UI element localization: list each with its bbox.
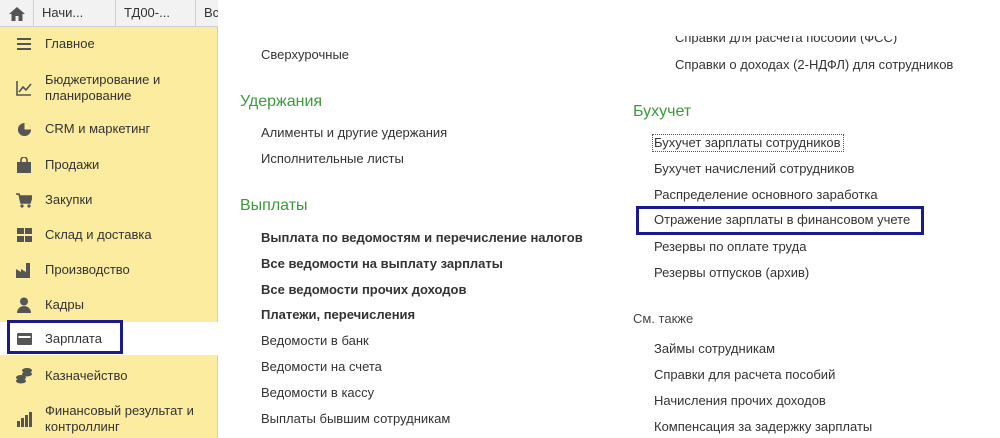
link-labor-reserves[interactable]: Резервы по оплате труда — [654, 239, 806, 254]
home-tab[interactable] — [0, 0, 34, 26]
cart-icon — [16, 192, 32, 208]
sidebar-item-treasury[interactable]: Казначейство — [0, 367, 218, 385]
link-cash-statements[interactable]: Ведомости в кассу — [261, 385, 374, 400]
sidebar-item-label: Главное — [45, 36, 95, 51]
link-writs[interactable]: Исполнительные листы — [261, 151, 404, 166]
link-former-employees[interactable]: Выплаты бывшим сотрудникам — [261, 411, 450, 426]
sidebar-item-warehouse[interactable]: Склад и доставка — [0, 226, 218, 244]
grid-icon — [16, 227, 32, 243]
sidebar-item-label: Финансовый результат и контроллинг — [45, 403, 194, 434]
home-icon — [8, 6, 25, 21]
sidebar-item-label: Производство — [45, 262, 130, 277]
person-icon — [16, 297, 32, 313]
link-overtime[interactable]: Сверхурочные — [261, 47, 349, 62]
salary-reflection-highlight-frame — [636, 206, 924, 235]
link-2ndfl[interactable]: Справки о доходах (2-НДФЛ) для сотрудник… — [675, 57, 953, 72]
link-all-other-income[interactable]: Все ведомости прочих доходов — [261, 282, 466, 297]
tab-start[interactable]: Начи... — [34, 0, 116, 26]
link-bank-statements[interactable]: Ведомости в банк — [261, 333, 369, 348]
sidebar-item-label: Бюджетирование и планирование — [45, 72, 161, 103]
sidebar-item-label: Кадры — [45, 297, 84, 312]
tab-document[interactable]: ТД00-... — [116, 0, 196, 26]
bag-icon — [16, 157, 32, 173]
sidebar-item-label: Продажи — [45, 157, 100, 172]
link-account-statements[interactable]: Ведомости на счета — [261, 359, 382, 374]
tab-bar: Начи... ТД00-... Вс — [0, 0, 218, 27]
menu-lines-icon — [16, 36, 32, 52]
pie-icon — [16, 121, 32, 137]
link-benefit-certificates-cut[interactable]: Справки для расчета пособий (ФСС) — [675, 36, 935, 44]
link-pay-statements[interactable]: Выплата по ведомостям и перечисление нал… — [261, 230, 583, 245]
salary-highlight-frame — [7, 320, 123, 354]
sidebar-item-label: Склад и доставка — [45, 227, 152, 242]
sidebar-item-hr[interactable]: Кадры — [0, 296, 218, 314]
tab-all[interactable]: Вс — [196, 0, 218, 26]
sidebar-item-label: Закупки — [45, 192, 93, 207]
sidebar: Главное Бюджетирование и планирование CR… — [0, 27, 218, 438]
link-benefit-certificates[interactable]: Справки для расчета пособий — [654, 367, 835, 382]
sidebar-item-production[interactable]: Производство — [0, 261, 218, 279]
sidebar-item-financial-result[interactable]: Финансовый результат и контроллинг — [0, 401, 218, 437]
section-title-accounting: Бухучет — [633, 103, 692, 120]
link-alimony[interactable]: Алименты и другие удержания — [261, 125, 447, 140]
sidebar-item-crm[interactable]: CRM и маркетинг — [0, 120, 218, 138]
link-payroll-accounting[interactable]: Бухучет зарплаты сотрудников — [654, 135, 840, 150]
coins-icon — [16, 368, 32, 384]
sidebar-item-sales[interactable]: Продажи — [0, 156, 218, 174]
sidebar-item-main[interactable]: Главное — [0, 35, 218, 53]
link-delay-compensation[interactable]: Компенсация за задержку зарплаты — [654, 419, 872, 434]
section-title-see-also: См. также — [633, 311, 694, 326]
link-salary-distribution[interactable]: Распределение основного заработка — [654, 187, 878, 202]
sidebar-item-purchases[interactable]: Закупки — [0, 191, 218, 209]
section-title-deductions: Удержания — [240, 93, 323, 110]
link-all-salary-statements[interactable]: Все ведомости на выплату зарплаты — [261, 256, 503, 271]
sidebar-item-budgeting[interactable]: Бюджетирование и планирование — [0, 70, 218, 106]
sidebar-item-label: CRM и маркетинг — [45, 121, 151, 136]
section-title-payments: Выплаты — [240, 197, 308, 214]
link-payments-transfers[interactable]: Платежи, перечисления — [261, 307, 415, 322]
link-other-income-accruals[interactable]: Начисления прочих доходов — [654, 393, 826, 408]
factory-icon — [16, 262, 32, 278]
link-employee-loans[interactable]: Займы сотрудникам — [654, 341, 775, 356]
sidebar-item-label: Казначейство — [45, 368, 128, 383]
bars-icon — [16, 411, 32, 427]
link-vacation-reserves[interactable]: Резервы отпусков (архив) — [654, 265, 809, 280]
chart-icon — [16, 80, 32, 96]
link-accrual-accounting[interactable]: Бухучет начислений сотрудников — [654, 161, 854, 176]
